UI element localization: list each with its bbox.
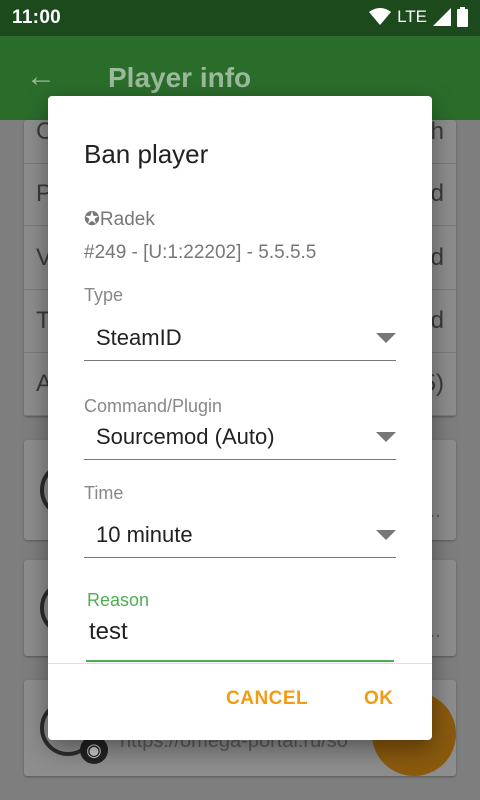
ok-button[interactable]: OK bbox=[364, 688, 394, 710]
type-value: SteamID bbox=[96, 325, 182, 350]
network-type: LTE bbox=[397, 7, 427, 26]
dialog-title: Ban player bbox=[84, 139, 209, 169]
globe-icon: ◉ bbox=[80, 736, 108, 764]
page-title: Player info bbox=[108, 62, 252, 93]
time-label: Time bbox=[84, 483, 124, 503]
dropdown-arrow-icon bbox=[376, 333, 396, 343]
time-value: 10 minute bbox=[96, 522, 193, 547]
cancel-button[interactable]: CANCEL bbox=[226, 688, 308, 710]
command-dropdown[interactable]: Sourcemod (Auto) bbox=[84, 416, 396, 460]
dialog-divider bbox=[48, 663, 432, 664]
back-arrow-icon[interactable]: ← bbox=[26, 60, 56, 94]
battery-icon bbox=[457, 7, 468, 27]
signal-icon bbox=[433, 8, 451, 26]
command-value: Sourcemod (Auto) bbox=[96, 424, 275, 449]
type-dropdown[interactable]: SteamID bbox=[84, 317, 396, 361]
dropdown-arrow-icon bbox=[376, 432, 396, 442]
wifi-icon bbox=[369, 8, 392, 25]
type-label: Type bbox=[84, 285, 124, 305]
status-time: 11:00 bbox=[12, 7, 62, 28]
ban-player-dialog: Ban player ✪Radek #249 - [U:1:22202] - 5… bbox=[48, 96, 432, 740]
status-bar: 11:00 LTE bbox=[0, 0, 480, 36]
reason-label: Reason bbox=[87, 590, 150, 610]
reason-input[interactable]: test bbox=[86, 616, 394, 662]
dropdown-arrow-icon bbox=[376, 530, 396, 540]
command-label: Command/Plugin bbox=[84, 396, 223, 416]
status-icons: LTE bbox=[369, 7, 468, 27]
player-info: #249 - [U:1:22202] - 5.5.5.5 bbox=[84, 242, 317, 263]
time-dropdown[interactable]: 10 minute bbox=[84, 514, 396, 558]
player-name: ✪Radek bbox=[84, 209, 155, 230]
